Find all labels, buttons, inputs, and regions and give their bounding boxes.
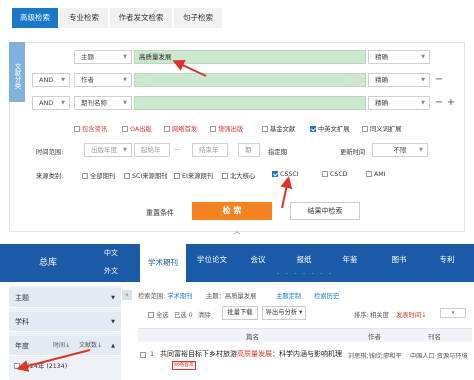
arrow-to-cssci	[280, 176, 293, 209]
arrow-to-search-input	[172, 59, 207, 77]
arrow-to-year-2024	[16, 349, 91, 372]
annotation-arrows	[16, 59, 293, 372]
